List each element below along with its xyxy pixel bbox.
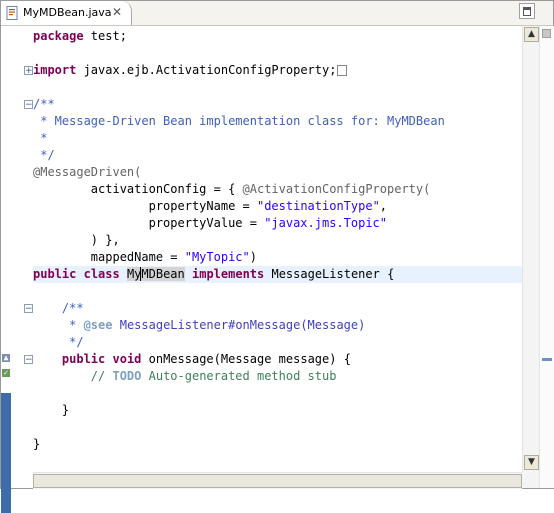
code-line: ) }, <box>33 232 522 249</box>
code-line: propertyValue = "javax.jms.Topic" <box>33 215 522 232</box>
expand-fold-icon[interactable]: + <box>24 66 33 76</box>
implements-icon: ✓ <box>2 368 10 377</box>
code-token: MDBean <box>140 267 185 281</box>
horizontal-scroll-thumb[interactable] <box>33 474 522 488</box>
editor-window: MyMDBean.java ✕ ▲ ✓ + − − − package test; im… <box>0 0 554 513</box>
code-token: test; <box>83 29 127 43</box>
code-token: activationConfig = { <box>33 182 243 196</box>
code-line: */ <box>33 334 522 351</box>
code-line: * <box>33 130 522 147</box>
code-line: package test; <box>33 28 522 45</box>
collapse-fold-icon[interactable]: − <box>24 355 33 365</box>
code-line: /** <box>33 300 522 317</box>
arrow-down-icon[interactable]: ▼ <box>524 455 539 470</box>
scroll-corner <box>522 472 539 488</box>
overview-ruler <box>539 26 554 488</box>
code-line: mappedName = "MyTopic") <box>33 249 522 266</box>
code-token: */ <box>33 148 55 162</box>
collapsed-region-icon[interactable] <box>337 65 348 76</box>
code-token: "destinationType" <box>256 199 380 213</box>
horizontal-scrollbar[interactable] <box>33 472 522 489</box>
code-token: Auto-generated method stub <box>141 369 337 383</box>
collapse-fold-icon[interactable]: − <box>24 100 33 110</box>
code-token: propertyValue = <box>33 216 265 230</box>
code-token: @see <box>83 318 113 332</box>
code-token: void <box>112 352 142 366</box>
tab-label: MyMDBean.java <box>23 6 112 19</box>
code-token: javax.ejb.ActivationConfigProperty; <box>76 63 337 77</box>
ruler-highlight <box>1 393 11 513</box>
editor-tab-bar: MyMDBean.java ✕ <box>1 1 553 26</box>
code-token: @MessageDriven( <box>33 165 142 179</box>
code-token: @ActivationConfigProperty( <box>242 182 431 196</box>
code-line: * Message-Driven Bean implementation cla… <box>33 113 522 130</box>
code-token: package <box>33 29 84 43</box>
code-line: */ <box>33 147 522 164</box>
overview-status-icon <box>542 29 551 38</box>
code-line: /** <box>33 96 522 113</box>
code-line: public void onMessage(Message message) { <box>33 351 522 368</box>
code-token: MessageListener#onMessage(Message) <box>119 318 366 332</box>
code-token: */ <box>33 335 84 349</box>
code-token: "MyTopic" <box>184 250 250 264</box>
code-token: /** <box>33 97 55 111</box>
tab-mymdbean-java[interactable]: MyMDBean.java ✕ <box>1 1 132 25</box>
arrow-up-icon[interactable]: ▲ <box>524 27 539 42</box>
maximize-button[interactable] <box>519 3 535 19</box>
code-token: import <box>33 63 77 77</box>
code-line: } <box>33 402 522 419</box>
code-token: // <box>33 369 113 383</box>
collapse-fold-icon[interactable]: − <box>24 304 33 314</box>
code-token: mappedName = <box>33 250 185 264</box>
code-line-current: public class MyMDBean implements Message… <box>33 266 522 283</box>
close-icon[interactable]: ✕ <box>111 6 123 18</box>
code-token: /** <box>33 301 84 315</box>
vertical-scrollbar[interactable]: ▲ ▼ <box>522 26 540 472</box>
code-token: onMessage(Message message) { <box>141 352 351 366</box>
code-line: * @see MessageListener#onMessage(Message… <box>33 317 522 334</box>
overview-annotation-mark[interactable] <box>542 358 552 361</box>
code-line: @MessageDriven( <box>33 164 522 181</box>
vertical-ruler: ▲ ✓ <box>1 26 11 513</box>
code-token: public <box>61 352 106 366</box>
code-token: , <box>379 199 388 213</box>
code-token: "javax.jms.Topic" <box>264 216 388 230</box>
code-token: * <box>33 131 48 145</box>
code-token: MessageListener { <box>264 267 395 281</box>
code-token: * <box>33 318 84 332</box>
code-token: } <box>33 403 70 417</box>
code-line: propertyName = "destinationType", <box>33 198 522 215</box>
code-token: TODO <box>112 369 142 383</box>
code-line: // TODO Auto-generated method stub <box>33 368 522 385</box>
code-token: * Message-Driven Bean implementation cla… <box>33 114 445 128</box>
code-token: ) }, <box>33 233 120 247</box>
code-line: } <box>33 436 522 453</box>
override-icon: ▲ <box>2 353 10 362</box>
code-token: implements <box>192 267 265 281</box>
java-editor[interactable]: package test; import javax.ejb.Activation… <box>33 26 522 472</box>
code-line: activationConfig = { @ActivationConfigPr… <box>33 181 522 198</box>
code-token: } <box>33 437 41 451</box>
code-token: public <box>33 267 77 281</box>
code-token: class <box>83 267 120 281</box>
code-token: ) <box>249 250 257 264</box>
code-line: import javax.ejb.ActivationConfigPropert… <box>33 62 522 79</box>
java-file-icon <box>6 6 18 20</box>
folding-gutter: + − − − <box>11 26 33 488</box>
code-token: propertyName = <box>33 199 257 213</box>
